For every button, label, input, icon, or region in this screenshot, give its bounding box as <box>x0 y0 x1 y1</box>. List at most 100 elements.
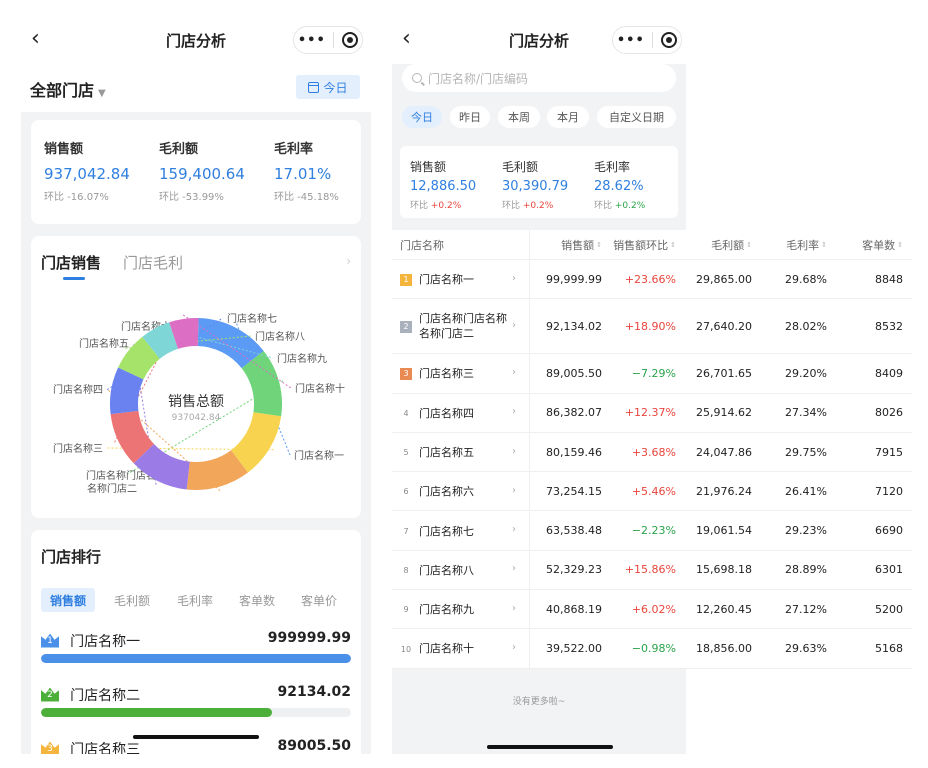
chevron-right-icon[interactable]: › <box>512 563 516 574</box>
cell-sales-cmp: +6.02% <box>631 602 676 616</box>
rank-medal-icon: 3 <box>400 367 412 380</box>
rank-bar-track <box>41 708 351 717</box>
chip-this-week[interactable]: 本周 <box>498 106 540 128</box>
table-row[interactable]: 8 门店名称八 › 52,329.23 +15.86% 15,698.18 28.89% 63… <box>392 550 912 591</box>
metric-value: 937,042.84 <box>44 165 130 183</box>
rank-store-name: 门店名称三 <box>70 741 141 755</box>
col-header-label: 客单数 <box>862 238 896 252</box>
table-row[interactable]: 10 门店名称十 › 39,522.00 −0.98% 18,856.00 29.63% 51… <box>392 629 912 669</box>
col-header-label: 毛利额 <box>711 238 745 252</box>
metric-compare: 环比 -16.07% <box>44 192 109 203</box>
cell-orders: 6301 <box>875 563 903 577</box>
cell-gross: 25,914.62 <box>696 406 752 420</box>
row-store-name: 门店名称十 <box>419 642 474 656</box>
table-row[interactable]: 3 门店名称三 › 89,005.50 −7.29% 26,701.65 29.20% 840… <box>392 354 912 394</box>
more-dots-icon[interactable]: ••• <box>617 33 645 48</box>
left-phone-screen: ‹ 门店分析 ••• 全部门店 ▼ 今日 销售额 937,042.84 环比 -1… <box>21 14 371 754</box>
rank-bar-fill <box>41 654 351 663</box>
tab-store-sales[interactable]: 门店销售 <box>41 252 101 273</box>
rank-tab-unit-price[interactable]: 客单价 <box>292 588 346 612</box>
date-button[interactable]: 今日 <box>296 75 360 99</box>
target-icon[interactable] <box>661 32 678 48</box>
metric-label: 毛利额 <box>502 160 539 174</box>
rank-row[interactable]: 3 门店名称三 89005.50 <box>41 738 351 754</box>
rank-row[interactable]: 1 门店名称一 999999.99 <box>41 630 351 663</box>
chevron-right-icon[interactable]: › <box>346 254 351 268</box>
row-store-name: 门店名称八 <box>419 563 474 577</box>
metric-value: 28.62% <box>594 179 644 194</box>
cell-sales: 39,522.00 <box>546 642 602 656</box>
more-dots-icon[interactable]: ••• <box>298 33 326 48</box>
chevron-right-icon[interactable]: › <box>512 603 516 614</box>
metric-compare: 环比 -53.99% <box>159 192 224 203</box>
caret-down-icon: ▼ <box>98 88 106 99</box>
target-icon[interactable] <box>342 32 359 48</box>
rank-tab-sales[interactable]: 销售额 <box>41 588 95 612</box>
no-more-text: 没有更多啦~ <box>512 697 566 707</box>
cell-rate: 29.68% <box>785 272 827 286</box>
rank-medal-icon: 1 <box>400 273 412 286</box>
rank-tab-rate[interactable]: 毛利率 <box>168 588 222 612</box>
home-indicator <box>487 745 613 749</box>
col-header-sortable[interactable]: 客单数 ⇕ <box>862 230 903 259</box>
table-row[interactable]: 7 门店名称七 › 63,538.48 −2.23% 19,061.54 29.23% 669… <box>392 511 912 551</box>
chevron-right-icon[interactable]: › <box>512 446 516 457</box>
table-row[interactable]: 6 门店名称六 › 73,254.15 +5.46% 21,976.24 26.41% 712… <box>392 472 912 512</box>
cell-orders: 6690 <box>875 524 903 538</box>
crown-1-icon: 1 <box>41 633 59 648</box>
cell-gross: 26,701.65 <box>696 366 752 380</box>
col-header-sortable[interactable]: 毛利率 ⇕ <box>786 230 827 259</box>
chevron-right-icon[interactable]: › <box>512 367 516 378</box>
cell-sales: 63,538.48 <box>546 524 602 538</box>
col-header-sortable[interactable]: 毛利额 ⇕ <box>711 230 752 259</box>
rank-number: 8 <box>403 565 409 575</box>
table-row[interactable]: 4 门店名称四 › 86,382.07 +12.37% 25,914.62 27.34% 80… <box>392 393 912 433</box>
table-row[interactable]: 5 门店名称五 › 80,159.46 +3.68% 24,047.86 29.75% 791… <box>392 432 912 473</box>
chevron-right-icon[interactable]: › <box>512 273 516 284</box>
col-header-store-name[interactable]: 门店名称 <box>400 230 444 259</box>
table-row[interactable]: 1 门店名称一 › 99,999.99 +23.66% 29,865.00 29.68% 88… <box>392 260 912 300</box>
home-indicator <box>133 735 259 739</box>
tab-store-gross[interactable]: 门店毛利 <box>123 252 183 273</box>
search-input[interactable]: 门店名称/门店编码 <box>402 64 676 92</box>
chevron-right-icon[interactable]: › <box>512 320 516 331</box>
table-row[interactable]: 9 门店名称九 › 40,868.19 +6.02% 12,260.45 27.12% 520… <box>392 590 912 630</box>
chip-yesterday[interactable]: 昨日 <box>450 106 490 128</box>
chip-this-month[interactable]: 本月 <box>547 106 589 128</box>
table-row[interactable]: 2 门店名称门店名称名称门店二 › 92,134.02 +18.90% 27,640.20… <box>392 299 912 355</box>
cell-sales-cmp: −2.23% <box>631 524 676 538</box>
col-header-sortable[interactable]: 销售额环比 ⇕ <box>613 230 676 259</box>
store-selector[interactable]: 全部门店 ▼ <box>30 77 106 101</box>
rank-number: 4 <box>403 408 409 418</box>
chevron-right-icon[interactable]: › <box>512 406 516 417</box>
cell-sales: 80,159.46 <box>546 445 602 459</box>
sort-icon: ⇕ <box>670 240 676 249</box>
search-icon <box>412 73 422 83</box>
col-header-sortable[interactable]: 销售额 ⇕ <box>561 230 602 259</box>
cell-sales-cmp: +23.66% <box>624 272 676 286</box>
chevron-right-icon[interactable]: › <box>512 485 516 496</box>
metric-sales: 销售额 937,042.84 环比 -16.07% <box>44 138 130 203</box>
rank-tab-gross[interactable]: 毛利额 <box>105 588 159 612</box>
capsule-divider <box>333 32 335 48</box>
donut-label: 门店名称八 <box>255 330 305 343</box>
chevron-right-icon[interactable]: › <box>512 642 516 653</box>
cell-rate: 29.23% <box>785 524 827 538</box>
metrics-card: 销售额 937,042.84 环比 -16.07% 毛利额 159,400.64… <box>31 120 361 224</box>
table-header: 门店名称 销售额 ⇕ 销售额环比 ⇕ 毛利额 ⇕ 毛利率 ⇕ 客单数 ⇕ <box>392 230 912 260</box>
cell-rate: 29.75% <box>785 445 827 459</box>
chip-today[interactable]: 今日 <box>402 106 442 128</box>
row-store-name: 门店名称九 <box>419 603 474 617</box>
cell-sales: 86,382.07 <box>546 406 602 420</box>
metric-compare: 环比 +0.2% <box>410 198 476 211</box>
mini-program-capsule: ••• <box>293 26 363 54</box>
row-name-col: 6 门店名称六 › <box>392 472 530 511</box>
store-ranking-card: 门店排行 销售额 毛利额 毛利率 客单数 客单价 1 门店名称一 999999.… <box>31 530 361 754</box>
rank-row[interactable]: 2 门店名称二 92134.02 <box>41 684 351 717</box>
chip-custom-date[interactable]: 自定义日期 <box>597 106 676 128</box>
chevron-right-icon[interactable]: › <box>512 524 516 535</box>
row-name-col: 10 门店名称十 › <box>392 629 530 668</box>
rank-number: 5 <box>403 448 409 458</box>
metric-compare: 环比 +0.2% <box>502 198 568 211</box>
rank-tab-orders[interactable]: 客单数 <box>230 588 284 612</box>
